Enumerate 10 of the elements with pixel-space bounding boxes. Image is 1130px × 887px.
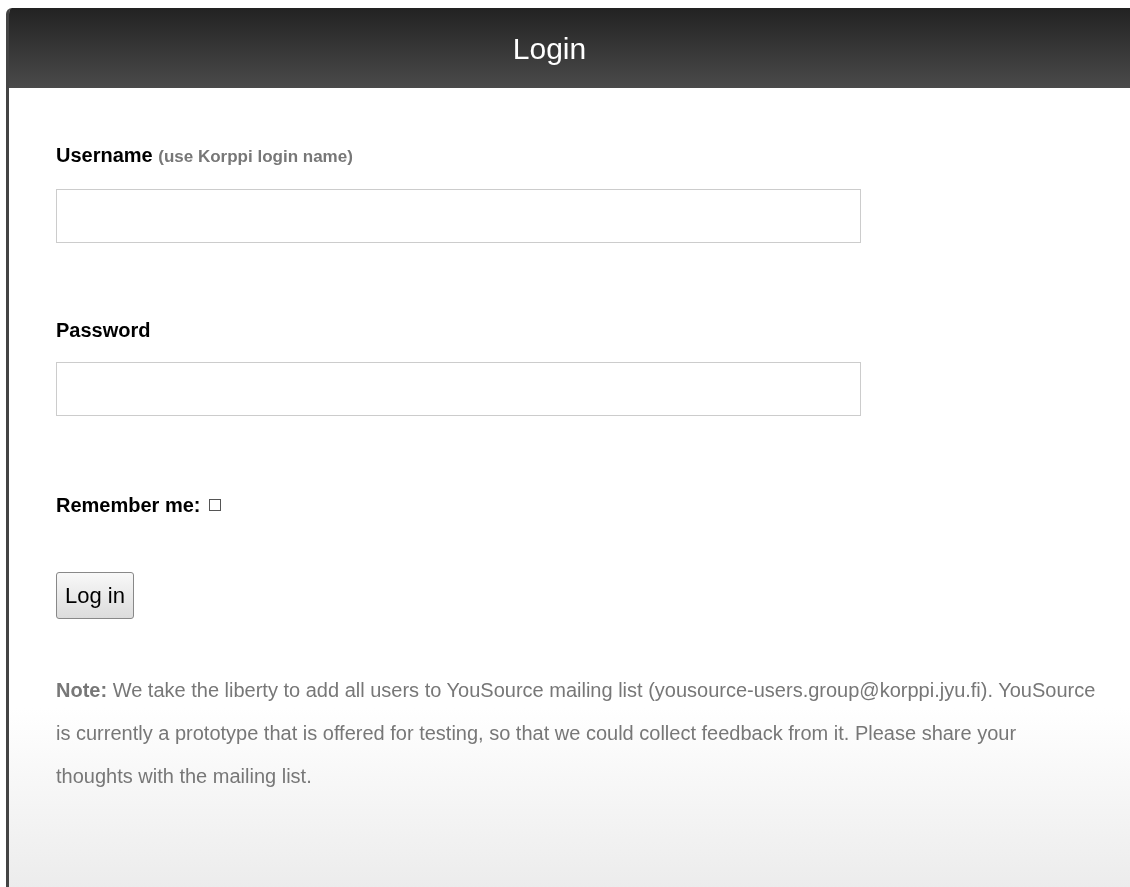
field-label: Password [56, 319, 151, 341]
note-text: Note: We take the liberty to add all users to YouSource mailing list (yousource-users.group@korppi.jyu.fi). YouSource is currently a prototype that is offered for testing, so that we could collect feedback from it. Please share your thoughts with the mailing list. [56, 678, 1096, 789]
remember-checkbox[interactable] [208, 499, 221, 511]
field-label: Username [56, 144, 153, 166]
checkbox-label: Remember me: [56, 493, 201, 518]
password-field[interactable] [56, 362, 861, 416]
username-field[interactable] [56, 189, 861, 243]
field-hint: (use Korppi login name) [158, 147, 353, 166]
panel-title: Login [512, 30, 587, 67]
login-button[interactable]: Log in [56, 572, 134, 619]
